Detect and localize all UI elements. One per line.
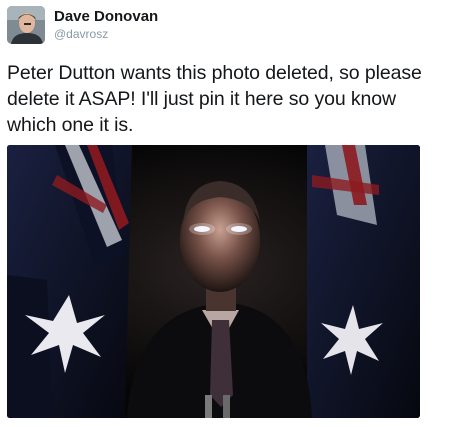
tweet-text-line: which one it is. (7, 114, 134, 136)
author-display-name[interactable]: Dave Donovan (54, 8, 158, 26)
user-avatar-icon (7, 6, 45, 44)
tweet-text: Peter Dutton wants this photo deleted, s… (7, 60, 471, 138)
tweet-photo[interactable] (7, 145, 420, 418)
tweet-text-line: delete it ASAP! I'll just pin it here so… (7, 88, 397, 110)
author-handle[interactable]: @davrosz (54, 27, 108, 41)
microphone (223, 395, 230, 418)
microphone (205, 395, 212, 418)
tie (210, 320, 233, 407)
photo-image (7, 145, 420, 418)
tweet-text-line: Peter Dutton wants this photo deleted, s… (7, 62, 422, 84)
tweet-card: Dave Donovan @davrosz Peter Dutton wants… (0, 0, 474, 427)
avatar[interactable] (7, 6, 45, 44)
